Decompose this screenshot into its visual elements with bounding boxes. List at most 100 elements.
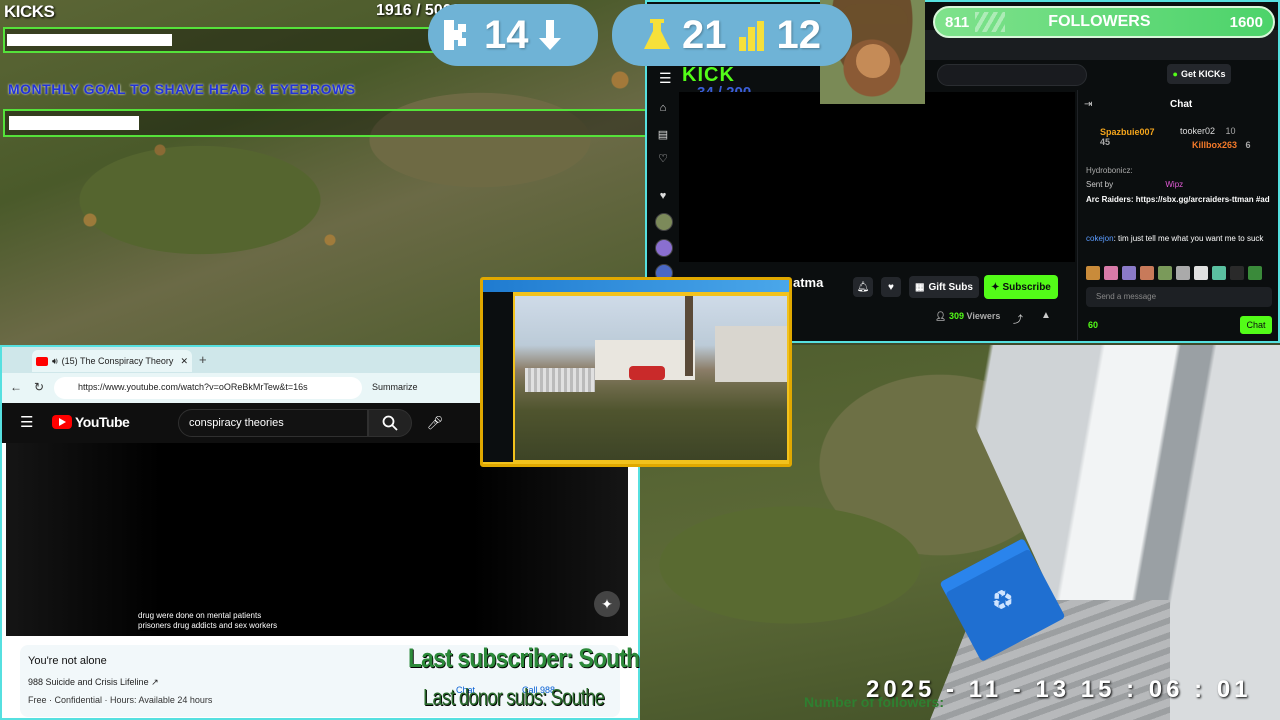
webcam-frame — [480, 277, 792, 467]
sidebar-channel-avatar[interactable] — [655, 239, 673, 257]
follow-heart-button[interactable]: ♥ — [881, 277, 901, 297]
emote[interactable] — [1230, 266, 1244, 280]
last-subscriber-text: Last subscriber: South — [408, 643, 640, 673]
emote[interactable] — [1212, 266, 1226, 280]
arrow-down-icon — [538, 20, 561, 50]
new-tab-icon[interactable]: + — [199, 352, 207, 367]
kicks-counter: 14 — [428, 4, 598, 66]
kicks-goal-label: KICKS — [4, 2, 55, 21]
stream-video-player[interactable] — [679, 92, 1075, 262]
emote[interactable] — [1176, 266, 1190, 280]
followers-bar-stripes — [975, 12, 1005, 32]
top-gifter-3[interactable]: Killbox263 6 — [1192, 140, 1251, 150]
camera-timestamp: 2025 - 11 - 13 15 : 06 : 01 — [866, 676, 1252, 703]
chat-send-button[interactable]: Chat — [1240, 316, 1272, 334]
subscribe-button[interactable]: ✦ Subscribe — [984, 275, 1058, 299]
emote[interactable] — [1158, 266, 1172, 280]
gifter-2-name: tooker02 — [1180, 126, 1216, 136]
neighbor-house — [715, 326, 787, 382]
browse-icon[interactable]: ▤ — [656, 128, 670, 141]
chat-message-partial: Hydrobonicz: — [1086, 166, 1133, 175]
summarize-button[interactable]: Summarize — [372, 382, 418, 392]
following-heart-icon[interactable]: ♡ — [656, 152, 670, 165]
webcam-frame-header — [483, 280, 789, 292]
caption-line-2: prisoners drug addicts and sex workers — [138, 621, 278, 630]
kick-search-input[interactable] — [937, 64, 1087, 86]
home-icon[interactable]: ⌂ — [656, 102, 670, 114]
browser-tab[interactable]: 🔊︎ (15) The Conspiracy Theory ✕ — [32, 350, 192, 372]
menu-icon[interactable]: ☰ — [659, 70, 672, 87]
search-icon — [382, 415, 398, 431]
red-car — [629, 366, 665, 380]
webcam-dark-edge — [483, 292, 513, 462]
chat-panel: ⇥ Chat Spazbuie007 45 tooker02 10 Killbo… — [1077, 90, 1277, 340]
back-arrow-icon[interactable]: ← — [10, 380, 22, 394]
notification-bell-button[interactable]: 🔔︎ — [853, 277, 873, 297]
gifter-1-name: Spazbuie007 — [1100, 127, 1155, 137]
webcam-street-view — [515, 296, 787, 460]
followers-goal-bar: 811 FOLLOWERS 1600 — [933, 6, 1275, 38]
top-gifter-1[interactable]: Spazbuie007 45 — [1100, 127, 1155, 147]
microphone-icon[interactable]: 🎤︎ — [422, 409, 448, 437]
get-kicks-label: Get KICKs — [1180, 69, 1226, 79]
fence — [525, 368, 595, 392]
sent-by-user: Wipz — [1165, 180, 1184, 189]
crisis-panel-title: You're not alone — [28, 655, 107, 667]
emote[interactable] — [1104, 266, 1118, 280]
gifter-1-count: 45 — [1100, 137, 1111, 147]
star-icon: ✦ — [991, 281, 1000, 293]
youtube-video-player[interactable] — [6, 443, 628, 636]
chat-username[interactable]: cokejon — [1086, 234, 1114, 243]
subscribe-label: Subscribe — [1002, 281, 1051, 293]
heart-icon: ♥ — [888, 281, 894, 293]
sidebar-channel-avatar[interactable] — [655, 213, 673, 231]
emote[interactable] — [1122, 266, 1136, 280]
gift-subs-label: Gift Subs — [928, 281, 973, 293]
emote[interactable] — [1140, 266, 1154, 280]
crisis-lifeline-link[interactable]: 988 Suicide and Crisis Lifeline ↗ — [28, 677, 159, 688]
streamer-name[interactable]: atma — [793, 275, 823, 290]
chat-message-input[interactable]: Send a message — [1086, 287, 1272, 307]
kicks-goal-progress-fill — [7, 34, 172, 46]
pinned-sent-by: Sent by Wipz — [1086, 179, 1272, 190]
gift-counter-value: 12 — [776, 12, 822, 57]
youtube-search-input[interactable]: conspiracy theories — [178, 409, 368, 437]
bear-face — [856, 44, 890, 78]
kicks-balance[interactable]: 60 — [1088, 320, 1098, 330]
search-button[interactable] — [368, 409, 412, 437]
viewers-number: 309 — [948, 311, 964, 321]
report-icon[interactable]: ▲ — [1041, 310, 1051, 321]
gifter-3-count: 6 — [1245, 140, 1251, 150]
top-gifter-2[interactable]: tooker02 10 — [1180, 126, 1236, 136]
youtube-favicon-icon — [36, 356, 48, 366]
sparkle-icon[interactable]: ✦ — [594, 591, 620, 617]
sent-by-label: Sent by — [1086, 180, 1114, 189]
get-kicks-button[interactable]: ● Get KICKs — [1167, 64, 1231, 84]
share-icon[interactable]: ⤴ — [1013, 311, 1023, 326]
youtube-logo[interactable]: YouTube — [52, 414, 130, 430]
emote[interactable] — [1248, 266, 1262, 280]
tab-close-icon[interactable]: ✕ — [180, 356, 188, 367]
speaker-icon: 🔊︎ — [52, 355, 58, 366]
emote[interactable] — [1086, 266, 1100, 280]
followers-current: 811 — [945, 13, 970, 31]
flask-icon — [644, 19, 670, 49]
gifter-2-count: 10 — [1225, 126, 1236, 136]
caption-line-1: drug were done on mental patients — [138, 611, 262, 620]
emote[interactable] — [1194, 266, 1208, 280]
bar-chart-icon — [738, 21, 764, 51]
subs-counter: 21 12 — [612, 4, 852, 66]
favorites-heart-icon[interactable]: ♥ — [656, 190, 670, 202]
gift-subs-button[interactable]: ▦ Gift Subs — [909, 276, 979, 298]
collapse-chat-icon[interactable]: ⇥ — [1084, 99, 1092, 110]
kicks-coin-icon: ● — [1172, 69, 1178, 79]
pinned-ad-message[interactable]: Arc Raiders: https://sbx.gg/arcraiders-t… — [1086, 194, 1272, 205]
url-input[interactable]: https://www.youtube.com/watch?v=oOReBkMr… — [54, 377, 362, 399]
kicks-counter-value: 14 — [484, 12, 529, 57]
gifter-3-name: Killbox263 — [1192, 140, 1238, 150]
kick-k-icon — [444, 20, 466, 50]
reload-icon[interactable]: ↻ — [34, 380, 44, 394]
hamburger-menu-icon[interactable]: ☰ — [20, 413, 33, 431]
video-caption: drug were done on mental patients prison… — [138, 611, 278, 631]
followers-label: FOLLOWERS — [1048, 13, 1151, 30]
